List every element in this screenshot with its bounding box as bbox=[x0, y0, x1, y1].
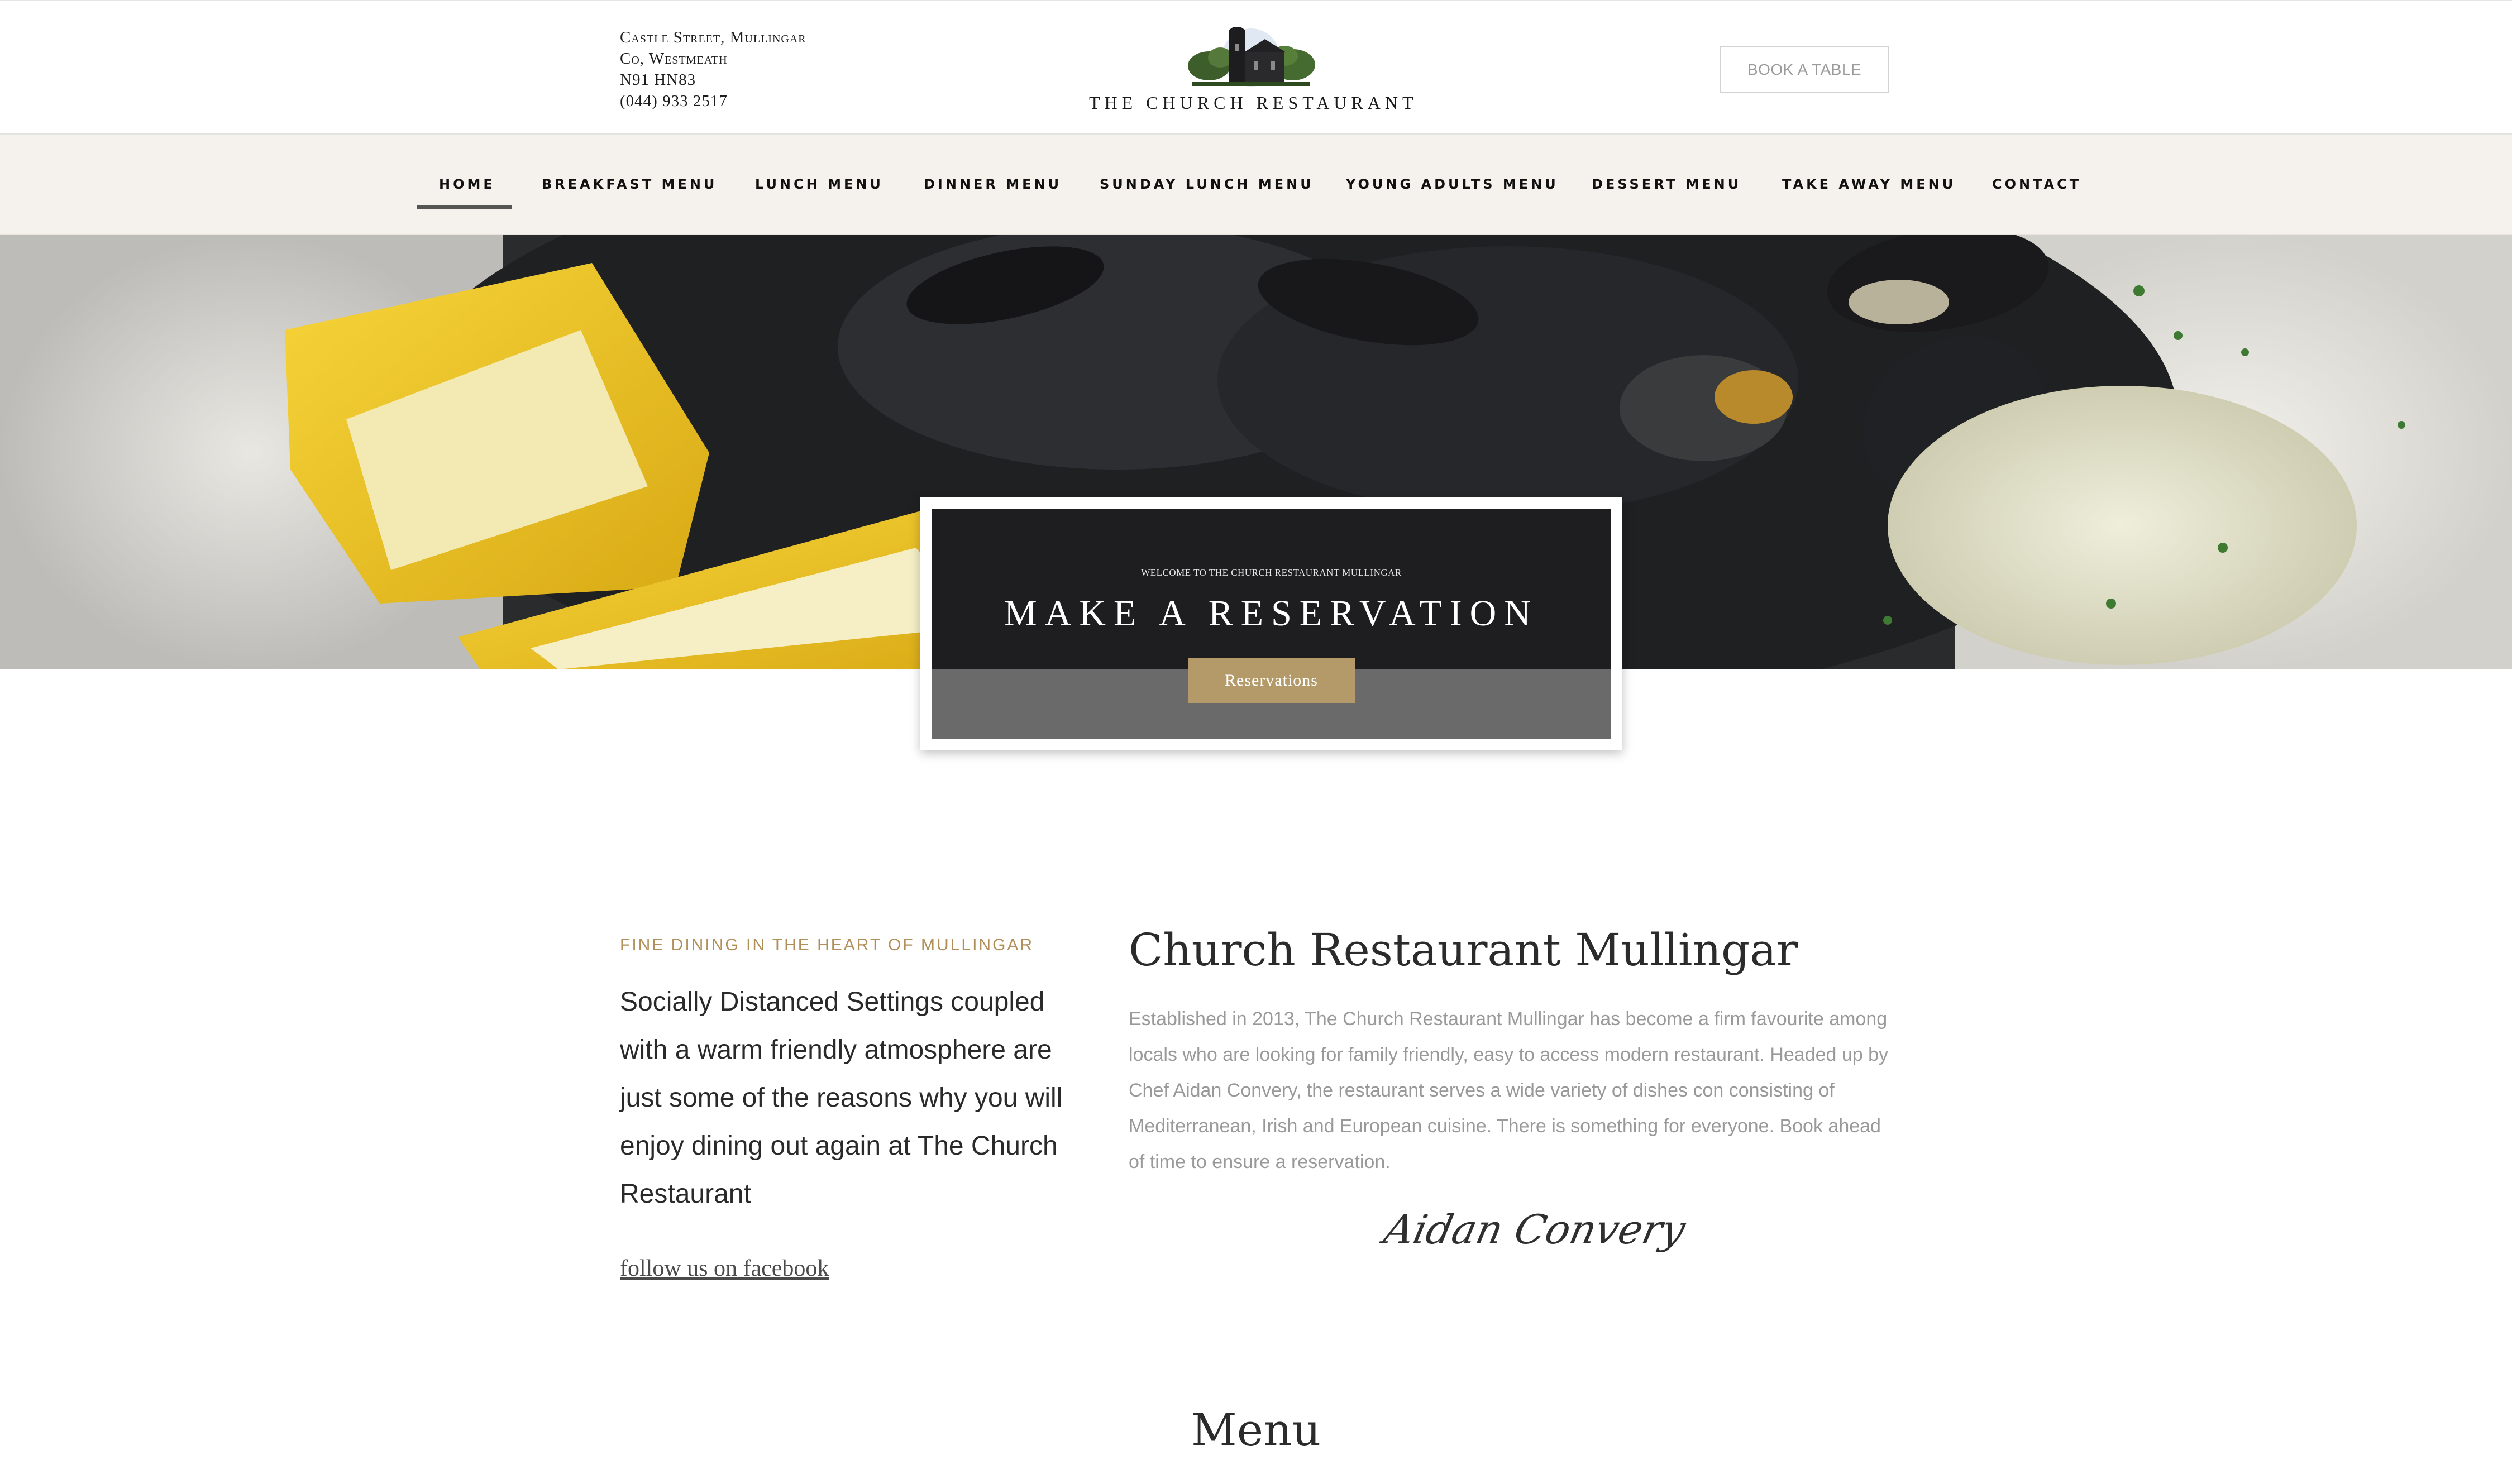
main-navigation: HOME BREAKFAST MENU LUNCH MENU DINNER ME… bbox=[0, 135, 2512, 235]
about-text: Established in 2013, The Church Restaura… bbox=[1129, 1008, 1889, 1172]
site-logo[interactable]: THE CHURCH RESTAURANT bbox=[1089, 27, 1413, 116]
nav-item-dinner-menu[interactable]: DINNER MENU bbox=[924, 135, 1062, 234]
address-block: Castle Street, Mullingar Co, Westmeath N… bbox=[620, 27, 806, 112]
phone-number[interactable]: (044) 933 2517 bbox=[620, 90, 806, 112]
nav-item-take-away-menu[interactable]: TAKE AWAY MENU bbox=[1782, 135, 1956, 234]
chef-signature: Aidan Convery bbox=[1380, 1206, 1690, 1253]
facebook-link[interactable]: follow us on facebook bbox=[620, 1255, 829, 1282]
menu-section-title: Menu bbox=[1191, 1404, 1321, 1456]
reservation-title: Make a reservation bbox=[1004, 593, 1539, 634]
reservation-card: WELCOME TO THE CHURCH RESTAURANT MULLING… bbox=[920, 497, 1622, 750]
reservations-button[interactable]: Reservations bbox=[1188, 658, 1355, 703]
nav-item-home[interactable]: HOME bbox=[439, 135, 495, 234]
intro-lead-text: Socially Distanced Settings coupled with… bbox=[620, 987, 1063, 1209]
reservation-eyebrow: WELCOME TO THE CHURCH RESTAURANT MULLING… bbox=[1141, 567, 1402, 578]
section-title: Church Restaurant Mullingar bbox=[1129, 924, 1798, 976]
reservation-panel: WELCOME TO THE CHURCH RESTAURANT MULLING… bbox=[932, 509, 1611, 739]
site-header: Castle Street, Mullingar Co, Westmeath N… bbox=[0, 0, 2512, 135]
intro-eyebrow: FINE DINING IN THE HEART OF MULLINGAR bbox=[620, 936, 1034, 954]
nav-item-contact[interactable]: CONTACT bbox=[1992, 135, 2081, 234]
nav-item-dessert-menu[interactable]: DESSERT MENU bbox=[1592, 135, 1741, 234]
nav-item-young-adults-menu[interactable]: YOUNG ADULTS MENU bbox=[1346, 135, 1559, 234]
nav-item-breakfast-menu[interactable]: BREAKFAST MENU bbox=[542, 135, 717, 234]
logo-wordmark: THE CHURCH RESTAURANT bbox=[1089, 93, 1418, 113]
nav-active-indicator bbox=[417, 205, 512, 209]
address-postcode: N91 HN83 bbox=[620, 71, 696, 89]
address-street: Castle Street, Mullingar bbox=[620, 28, 806, 46]
book-a-table-button[interactable]: BOOK A TABLE bbox=[1720, 46, 1889, 93]
nav-item-sunday-lunch-menu[interactable]: SUNDAY LUNCH MENU bbox=[1100, 135, 1314, 234]
reservation-panel-overlay bbox=[932, 509, 1611, 669]
church-logo-icon bbox=[1188, 27, 1315, 87]
address-county: Co, Westmeath bbox=[620, 50, 728, 68]
nav-item-lunch-menu[interactable]: LUNCH MENU bbox=[755, 135, 884, 234]
